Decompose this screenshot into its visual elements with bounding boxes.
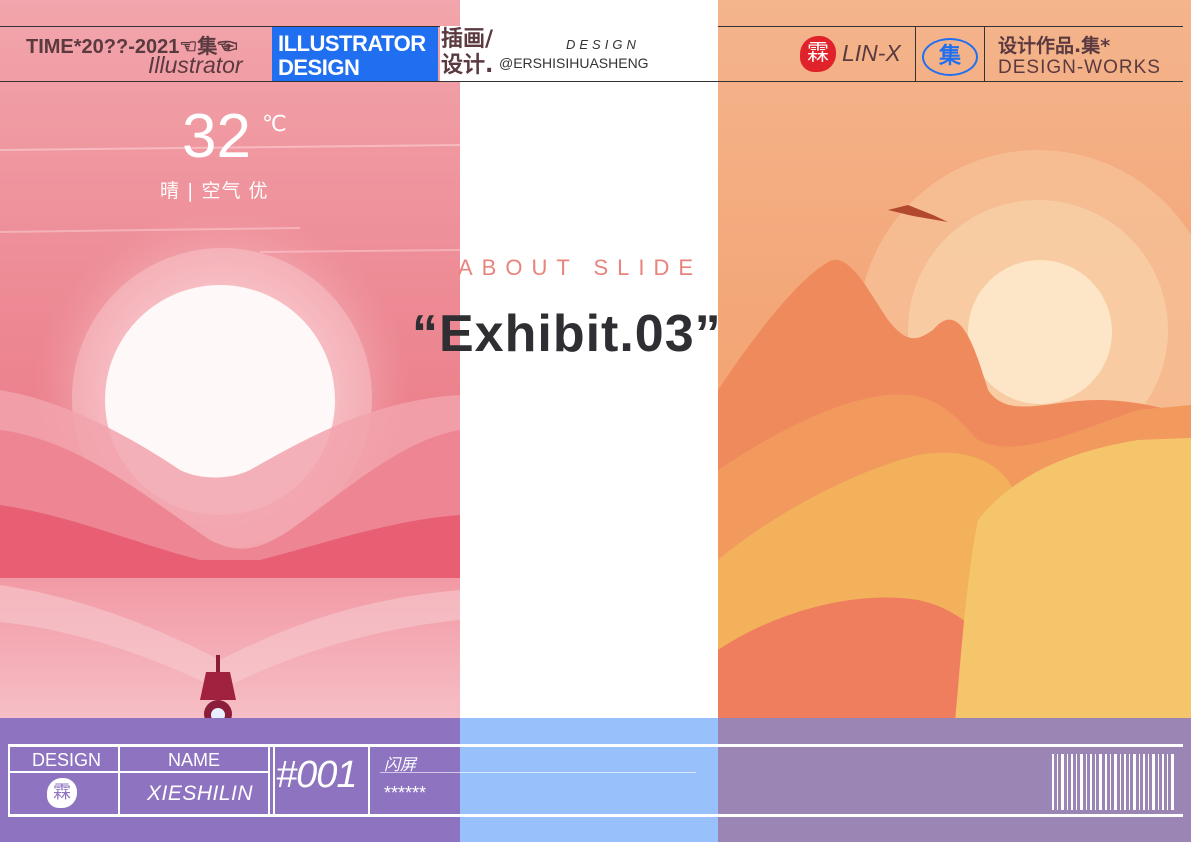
footer-cn-title: 闪屏 (384, 755, 417, 774)
barcode-icon (1052, 754, 1174, 810)
footer-number: #001 (276, 754, 358, 796)
badge-line1: ILLUSTRATOR (278, 31, 426, 56)
footer-top-rule (8, 744, 1183, 747)
footer-mid-rule (8, 771, 268, 773)
header-bottom-rule (0, 81, 1183, 82)
footer-vrule-2 (268, 744, 270, 817)
design-small-label: DESIGN (566, 37, 640, 52)
cn-line2: 设计. (441, 53, 494, 78)
illustrator-design-badge: ILLUSTRATOR DESIGN (272, 27, 438, 81)
footer-stars: ****** (384, 783, 427, 803)
header-divider-2 (984, 26, 985, 81)
footer-vrule-0 (8, 744, 10, 817)
cn-illustration-label: 插画/ 设计. (441, 27, 493, 79)
works-cn-label: 设计作品.集* (998, 35, 1111, 57)
seal-logo-icon: 霖 (800, 36, 836, 72)
temperature-unit: ℃ (262, 112, 287, 137)
footer-band-mid (460, 718, 718, 842)
illustrator-script: Illustrator (148, 52, 243, 78)
footer-design-label: DESIGN (32, 750, 102, 770)
brand-label: LIN-X (842, 40, 901, 66)
center-white-panel (460, 0, 718, 842)
handle-label: @ERSHISIHUASHENG (499, 55, 649, 71)
temperature-value: 32 (182, 102, 251, 171)
header-divider-1 (915, 26, 916, 81)
slide-subtitle: ABOUT SLIDE (458, 255, 703, 280)
footer-vrule-3 (273, 744, 275, 817)
footer-vrule-1 (118, 744, 120, 817)
weather-status: 晴 | 空气 优 (160, 180, 269, 202)
works-en-label: DESIGN-WORKS (998, 57, 1161, 78)
footer-seal-icon: 霖 (47, 778, 77, 808)
footer-thin-rule (380, 772, 696, 773)
desert-dunes-illustration (718, 150, 1191, 842)
badge-line2: DESIGN (278, 55, 360, 80)
orange-illustration-panel (718, 0, 1191, 842)
footer-name-label: NAME (168, 750, 221, 770)
footer-vrule-4 (368, 744, 370, 817)
footer-name-value: XIESHILIN (147, 782, 254, 805)
cn-line1: 插画/ (441, 27, 494, 52)
exhibit-title: “Exhibit.03” (412, 305, 722, 363)
ji-stamp-icon: 集 (922, 38, 978, 76)
footer-bottom-rule (8, 814, 1183, 817)
